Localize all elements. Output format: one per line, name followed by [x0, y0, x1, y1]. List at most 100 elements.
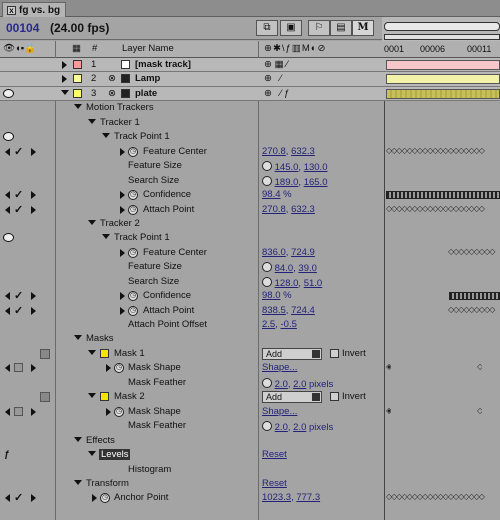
- reset-label[interactable]: Reset: [262, 449, 287, 460]
- value-y[interactable]: 724.9: [291, 247, 315, 258]
- property-value[interactable]: 836.0, 724.9: [262, 247, 315, 258]
- stopwatch-icon[interactable]: ◷: [128, 291, 138, 301]
- next-keyframe-icon[interactable]: [31, 292, 36, 300]
- layer-duration-bar[interactable]: [386, 60, 500, 70]
- keyframes-track[interactable]: ◇◇◇◇◇◇◇◇◇◇◇◇◇◇◇◇◇◇◇: [386, 204, 500, 213]
- link-icon[interactable]: [262, 161, 272, 171]
- value-x[interactable]: 189.0: [275, 177, 299, 188]
- value-y[interactable]: 2.0: [293, 379, 306, 390]
- shape-link[interactable]: Shape...: [262, 406, 297, 417]
- group-mask-1[interactable]: Mask 1 Add Invert: [0, 347, 500, 361]
- label-color[interactable]: [73, 60, 82, 69]
- prop-attach-point-2[interactable]: ✓ ◷ Attach Point 838.5, 724.4 ◇◇◇◇◇◇◇◇◇: [0, 304, 500, 318]
- value-x[interactable]: 84.0: [275, 263, 294, 274]
- group-track-point-1b[interactable]: Track Point 1: [0, 231, 500, 245]
- prop-search-size-2[interactable]: Search Size 128.0, 51.0: [0, 275, 500, 289]
- next-keyframe-icon[interactable]: [31, 494, 36, 502]
- prev-keyframe-icon[interactable]: [5, 148, 10, 156]
- twirl-closed-icon[interactable]: [120, 292, 125, 300]
- value-y[interactable]: 777.3: [296, 492, 320, 503]
- property-value[interactable]: 145.0, 130.0: [262, 160, 327, 173]
- value-x[interactable]: 128.0: [275, 278, 299, 289]
- keyframes-track[interactable]: ◈: [386, 406, 391, 415]
- twirl-closed-icon[interactable]: [106, 364, 111, 372]
- twirl-open-icon[interactable]: [102, 234, 110, 239]
- keyframes-track[interactable]: ◇◇◇◇◇◇◇◇◇: [448, 305, 500, 314]
- layer-switches[interactable]: ⊕ ⁄: [264, 73, 281, 84]
- twirl-open-icon[interactable]: [74, 335, 82, 340]
- close-icon[interactable]: x: [7, 5, 16, 15]
- twirl-closed-icon[interactable]: [120, 206, 125, 214]
- group-effects[interactable]: Effects: [0, 434, 500, 448]
- draft-3d-button[interactable]: ⚐: [308, 20, 330, 36]
- tab-fg-vs-bg[interactable]: x fg vs. bg: [2, 2, 67, 17]
- twirl-closed-icon[interactable]: [62, 61, 67, 69]
- layer-row-2[interactable]: 2 ⊗ Lamp ⊕ ⁄: [0, 72, 500, 87]
- value-x[interactable]: 2.0: [275, 379, 288, 390]
- twirl-closed-icon[interactable]: [120, 307, 125, 315]
- checkmark-icon[interactable]: ✓: [14, 304, 23, 317]
- value-y[interactable]: 632.3: [291, 146, 315, 157]
- next-keyframe-icon[interactable]: [31, 307, 36, 315]
- property-value[interactable]: Shape...: [262, 362, 297, 373]
- twirl-closed-icon[interactable]: [92, 494, 97, 502]
- prev-keyframe-icon[interactable]: [5, 307, 10, 315]
- value-x[interactable]: 1023.3: [262, 492, 291, 503]
- work-area-bar[interactable]: [384, 34, 500, 40]
- mask-mode-select[interactable]: Add: [262, 348, 322, 360]
- property-value[interactable]: 98.0 %: [262, 290, 292, 301]
- link-icon[interactable]: [262, 421, 272, 431]
- link-icon[interactable]: [262, 176, 272, 186]
- prop-anchor-point[interactable]: ✓ ◷ Anchor Point 1023.3, 777.3 ◇◇◇◇◇◇◇◇◇…: [0, 491, 500, 505]
- keyframes-track[interactable]: ◇◇◇◇◇◇◇◇◇: [448, 247, 500, 256]
- property-value[interactable]: 84.0, 39.0: [262, 261, 317, 274]
- eye-icon[interactable]: [3, 132, 14, 141]
- prop-feature-center-2[interactable]: ◷ Feature Center 836.0, 724.9 ◇◇◇◇◇◇◇◇◇: [0, 246, 500, 260]
- twirl-closed-icon[interactable]: [120, 249, 125, 257]
- link-icon[interactable]: [262, 262, 272, 272]
- group-masks[interactable]: Masks: [0, 332, 500, 346]
- property-value[interactable]: 128.0, 51.0: [262, 276, 322, 289]
- keyframes-track[interactable]: ◇◇◇◇◇◇◇◇◇◇◇◇◇◇◇◇◇◇◇: [386, 492, 500, 501]
- keyframe[interactable]: ◇: [477, 362, 482, 371]
- checkmark-icon[interactable]: ✓: [14, 188, 23, 201]
- value-y[interactable]: 724.4: [291, 305, 315, 316]
- stopwatch-icon[interactable]: ◷: [128, 306, 138, 316]
- value-y[interactable]: 51.0: [304, 278, 323, 289]
- twirl-open-icon[interactable]: [61, 89, 69, 95]
- fx-switch-icon[interactable]: ƒ: [4, 449, 9, 460]
- effect-name[interactable]: Levels: [99, 449, 131, 460]
- confidence-keyframes[interactable]: [449, 292, 500, 300]
- value-y[interactable]: 2.0: [293, 422, 306, 433]
- property-value[interactable]: 270.8, 632.3: [262, 204, 315, 215]
- twirl-open-icon[interactable]: [88, 220, 96, 225]
- value-confidence[interactable]: 98.4: [262, 189, 281, 200]
- layer-name[interactable]: plate: [135, 88, 157, 99]
- prop-feature-size-2[interactable]: Feature Size 84.0, 39.0: [0, 260, 500, 274]
- prop-confidence-1[interactable]: ✓ ◷ Confidence 98.4 %: [0, 188, 500, 202]
- comp-flowchart-button[interactable]: ⧉: [256, 20, 278, 36]
- layer-row-3[interactable]: 3 ⊗ plate ⊕ ⁄ ƒ: [0, 86, 500, 102]
- twirl-open-icon[interactable]: [88, 393, 96, 398]
- prop-histogram[interactable]: Histogram: [0, 463, 500, 477]
- property-value[interactable]: 98.4 %: [262, 189, 292, 200]
- property-value[interactable]: 2.0, 2.0 pixels: [262, 377, 333, 390]
- twirl-closed-icon[interactable]: [106, 408, 111, 416]
- layer-name[interactable]: Lamp: [135, 73, 160, 84]
- frame-blending-button[interactable]: ▤: [330, 20, 352, 36]
- value-x[interactable]: 270.8: [262, 204, 286, 215]
- layer-row-1[interactable]: 1 [mask track] ⊕ ▦ ⁄: [0, 58, 500, 73]
- checkbox-empty[interactable]: [14, 363, 23, 372]
- prop-attach-point-offset[interactable]: Attach Point Offset 2.5, -0.5: [0, 318, 500, 332]
- label-color[interactable]: [73, 74, 82, 84]
- confidence-keyframes[interactable]: [386, 191, 500, 199]
- twirl-open-icon[interactable]: [88, 451, 96, 456]
- twirl-open-icon[interactable]: [74, 104, 82, 109]
- lock-box[interactable]: [40, 392, 50, 402]
- link-icon[interactable]: [262, 378, 272, 388]
- group-motion-trackers[interactable]: Motion Trackers: [0, 101, 500, 115]
- prev-keyframe-icon[interactable]: [5, 364, 10, 372]
- checkmark-icon[interactable]: ✓: [14, 145, 23, 158]
- next-keyframe-icon[interactable]: [31, 206, 36, 214]
- property-value[interactable]: 1023.3, 777.3: [262, 492, 320, 503]
